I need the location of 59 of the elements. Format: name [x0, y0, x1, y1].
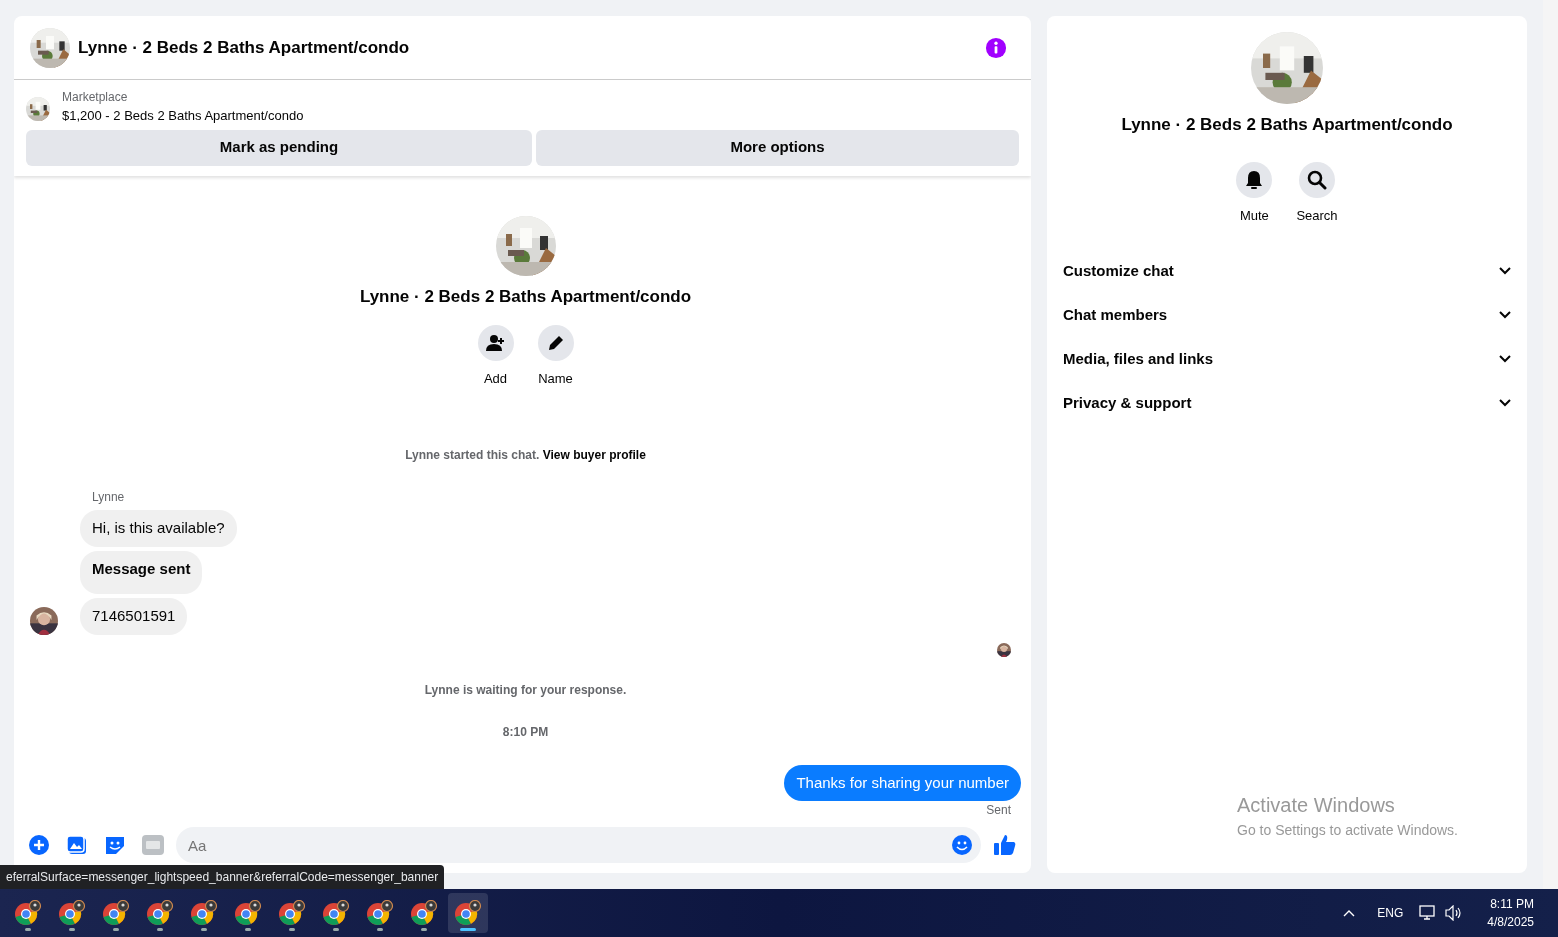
section-header[interactable]: Customize chat: [1047, 249, 1527, 293]
section-label: Media, files and links: [1063, 348, 1214, 369]
message-bubble: Hi, is this available?: [80, 510, 237, 547]
timestamp: 8:10 PM: [501, 723, 550, 741]
delivery-status: Sent: [985, 802, 1012, 819]
action-label: Name: [538, 370, 573, 388]
speaker-icon[interactable]: [1445, 905, 1464, 921]
action-label: Mute: [1239, 206, 1269, 225]
message-bubble: Thanks for sharing your number: [784, 764, 1021, 801]
section-label: Chat members: [1063, 304, 1168, 325]
message-bubble: Message sent: [80, 550, 203, 594]
activation-title: Activate Windows: [1237, 793, 1396, 818]
scrollbar[interactable]: [1543, 0, 1558, 889]
listing-source: Marketplace: [62, 89, 129, 106]
chevron-up-icon[interactable]: [1343, 909, 1356, 917]
mark-pending-button[interactable]: Mark as pending: [26, 129, 532, 166]
details-title: Lynne · 2 Beds 2 Baths Apartment/condo: [1121, 114, 1453, 136]
listing-summary: $1,200 - 2 Beds 2 Baths Apartment/condo: [62, 107, 304, 125]
search-icon: [1307, 169, 1327, 190]
search-button[interactable]: [1299, 161, 1335, 198]
chevron-icon: [1499, 311, 1511, 319]
section-header[interactable]: Chat members: [1047, 293, 1527, 337]
thumbs-up-icon[interactable]: [993, 834, 1017, 856]
image-icon[interactable]: [66, 834, 88, 856]
add-person-icon: [485, 334, 506, 352]
emoji-icon[interactable]: [951, 834, 973, 856]
browser-taskbar-button[interactable]: [448, 893, 488, 933]
edit-name-button[interactable]: [537, 325, 574, 361]
waiting-note: Lynne is waiting for your response.: [423, 681, 628, 699]
message-input[interactable]: Aa: [176, 827, 981, 863]
chat-title: Lynne · 2 Beds 2 Baths Apartment/condo: [78, 36, 411, 59]
pencil-icon: [546, 334, 565, 352]
message-bubble: 7146501591: [80, 598, 188, 635]
action-label: Search: [1296, 206, 1338, 225]
section-header[interactable]: Media, files and links: [1047, 337, 1527, 381]
more-options-button[interactable]: More options: [536, 129, 1019, 166]
sender-name: Lynne: [92, 489, 126, 506]
chevron-icon: [1499, 355, 1511, 363]
clock-date[interactable]: 4/8/2025: [1487, 913, 1534, 931]
monitor-icon[interactable]: [1419, 905, 1438, 921]
language-indicator[interactable]: ENG: [1377, 904, 1404, 922]
chat-start-note: Lynne started this chat. View buyer profile: [404, 447, 647, 464]
sticker-icon[interactable]: [104, 834, 126, 856]
chevron-icon: [1499, 399, 1511, 407]
section-header[interactable]: Privacy & support: [1047, 381, 1527, 425]
view-buyer-profile-link[interactable]: View buyer profile: [542, 448, 646, 462]
section-label: Customize chat: [1063, 260, 1174, 281]
section-label: Privacy & support: [1063, 392, 1192, 413]
conversation-title: Lynne · 2 Beds 2 Baths Apartment/condo: [359, 285, 692, 308]
chevron-icon: [1499, 267, 1511, 275]
info-icon[interactable]: [985, 35, 1007, 60]
bell-icon: [1245, 169, 1264, 190]
clock-time[interactable]: 8:11 PM: [1487, 895, 1534, 913]
action-label: Add: [483, 370, 508, 388]
plus-icon[interactable]: [28, 834, 50, 856]
status-url: eferralSurface=messenger_lightspeed_banner&referralCode=messenger_banner: [0, 865, 445, 889]
add-person-button[interactable]: [477, 325, 514, 361]
activation-message: Go to Settings to activate Windows.: [1237, 821, 1458, 840]
mute-button[interactable]: [1236, 161, 1273, 198]
